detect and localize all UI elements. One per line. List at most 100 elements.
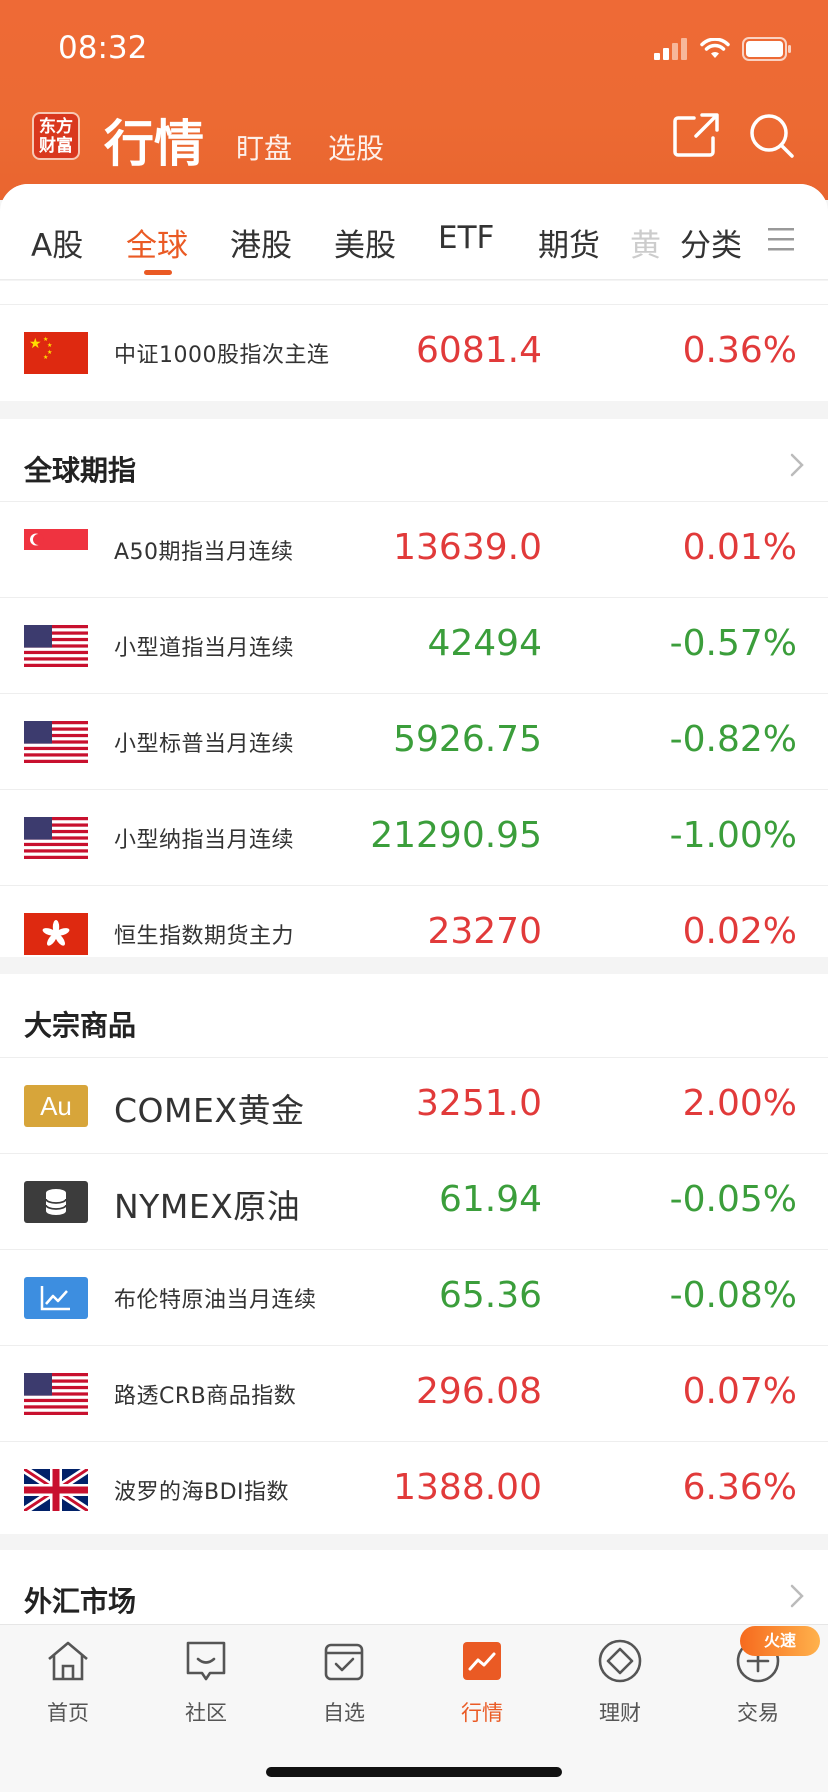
line-chart-icon <box>24 1277 88 1319</box>
uk-flag-icon <box>24 1469 88 1511</box>
row-change: -1.00% <box>669 815 797 856</box>
global-futures-card: 全球期指 A50期指当月连续 13639.0 0.01% 小型道指当月连续 42… <box>0 419 828 957</box>
table-row[interactable]: 恒生指数期货主力 23270 0.02% <box>0 886 828 957</box>
nav-community[interactable]: 社区 <box>156 1637 256 1727</box>
row-price: 23270 <box>427 911 542 952</box>
table-row[interactable]: ★ ★ ★ ★ ★ 中证1000股指次主连 6081.4 0.36% <box>0 305 828 401</box>
row-change: 0.01% <box>682 527 797 568</box>
row-name: NYMEX原油 <box>114 1187 301 1226</box>
row-change: 2.00% <box>682 1083 797 1124</box>
commodities-card: 大宗商品 Au COMEX黄金 3251.0 2.00% NYMEX原油 61.… <box>0 974 828 1534</box>
row-price: 3251.0 <box>416 1083 542 1124</box>
row-change: -0.57% <box>669 623 797 664</box>
app-header: 08:32 东方财富 行情 盯盘 选股 <box>0 0 828 200</box>
table-row[interactable]: A50期指当月连续 13639.0 0.01% <box>0 502 828 598</box>
row-price: 21290.95 <box>370 815 542 856</box>
hk-flag-icon <box>24 913 88 955</box>
row-change: 0.02% <box>682 911 797 952</box>
cn-flag-icon: ★ ★ ★ ★ ★ <box>24 332 88 374</box>
row-change: 6.36% <box>682 1467 797 1508</box>
checkbox-icon <box>324 1643 364 1681</box>
row-name: 小型道指当月连续 <box>114 636 295 661</box>
nav-watchlist[interactable]: 自选 <box>294 1637 394 1727</box>
section-title: 全球期指 <box>24 454 137 487</box>
row-price: 5926.75 <box>393 719 542 760</box>
nav-home[interactable]: 首页 <box>18 1637 118 1727</box>
tab-gold[interactable]: 黄 <box>630 220 661 265</box>
market-tabs: A股 全球 港股 美股 ETF 期货 黄 分类 <box>0 184 828 280</box>
row-change: -0.82% <box>669 719 797 760</box>
row-price: 61.94 <box>438 1179 542 1220</box>
diamond-icon <box>598 1639 642 1683</box>
index-card: ★ ★ ★ ★ ★ 中证1000股指次主连 6081.4 0.36% <box>0 281 828 401</box>
market-panel: A股 全球 港股 美股 ETF 期货 黄 分类 ★ ★ ★ ★ ★ 中证1000… <box>0 184 828 1624</box>
oil-barrel-icon <box>24 1181 88 1223</box>
section-title: 大宗商品 <box>24 1009 137 1042</box>
nav-label: 交易 <box>737 1701 779 1725</box>
chevron-right-icon[interactable] <box>790 453 804 477</box>
us-flag-icon <box>24 817 88 859</box>
row-price: 296.08 <box>416 1371 542 1412</box>
us-flag-icon <box>24 625 88 667</box>
row-name: 小型标普当月连续 <box>114 732 295 757</box>
tab-global[interactable]: 全球 <box>126 220 188 265</box>
svg-text:★: ★ <box>47 342 52 349</box>
forex-card: 外汇市场 <box>0 1550 828 1624</box>
row-price: 42494 <box>427 623 542 664</box>
us-flag-icon <box>24 721 88 763</box>
table-row[interactable]: 小型纳指当月连续 21290.95 -1.00% <box>0 790 828 886</box>
tab-us[interactable]: 美股 <box>334 220 396 265</box>
row-change: -0.05% <box>669 1179 797 1220</box>
table-row[interactable]: 布伦特原油当月连续 65.36 -0.08% <box>0 1250 828 1346</box>
gold-icon: Au <box>24 1085 88 1127</box>
row-change: 0.07% <box>682 1371 797 1412</box>
menu-icon[interactable] <box>768 226 794 252</box>
page-title: 行情 <box>104 115 204 173</box>
chevron-right-icon[interactable] <box>790 1584 804 1608</box>
row-price: 6081.4 <box>416 330 542 371</box>
tab-a-shares[interactable]: A股 <box>31 220 83 265</box>
home-icon <box>48 1641 88 1681</box>
table-row[interactable]: 小型标普当月连续 5926.75 -0.82% <box>0 694 828 790</box>
tab-stock-picker[interactable]: 选股 <box>328 127 384 167</box>
row-change: 0.36% <box>682 330 797 371</box>
nav-label: 行情 <box>461 1701 503 1725</box>
tab-hk[interactable]: 港股 <box>230 220 292 265</box>
row-change: -0.08% <box>669 1275 797 1316</box>
nav-label: 自选 <box>323 1701 365 1725</box>
table-row[interactable]: NYMEX原油 61.94 -0.05% <box>0 1154 828 1250</box>
row-name: 中证1000股指次主连 <box>114 343 330 368</box>
nav-label: 首页 <box>47 1701 89 1725</box>
market-icon <box>463 1642 501 1680</box>
tab-category[interactable]: 分类 <box>680 220 742 265</box>
home-indicator <box>266 1767 562 1777</box>
row-name: 路透CRB商品指数 <box>114 1384 297 1409</box>
status-icons <box>654 36 792 62</box>
tab-etf[interactable]: ETF <box>438 220 494 256</box>
table-row[interactable]: Au COMEX黄金 3251.0 2.00% <box>0 1058 828 1154</box>
row-name: 小型纳指当月连续 <box>114 828 295 853</box>
app-logo[interactable]: 东方财富 <box>32 112 80 160</box>
row-name: 布伦特原油当月连续 <box>114 1288 317 1313</box>
section-title: 外汇市场 <box>24 1585 137 1618</box>
hot-badge[interactable]: 火速 <box>740 1626 820 1656</box>
nav-wealth[interactable]: 理财 <box>570 1637 670 1727</box>
row-name: 恒生指数期货主力 <box>114 924 295 949</box>
share-icon[interactable] <box>672 112 720 158</box>
status-time: 08:32 <box>58 30 148 66</box>
signal-icon <box>654 38 687 60</box>
us-flag-icon <box>24 1373 88 1415</box>
table-row[interactable]: 波罗的海BDI指数 1388.00 6.36% <box>0 1442 828 1538</box>
nav-market[interactable]: 行情 <box>432 1637 532 1727</box>
chat-icon <box>186 1641 226 1681</box>
search-icon[interactable] <box>748 112 796 160</box>
row-price: 65.36 <box>438 1275 542 1316</box>
row-name: COMEX黄金 <box>114 1091 305 1130</box>
tab-watch[interactable]: 盯盘 <box>236 127 292 167</box>
tab-futures[interactable]: 期货 <box>538 220 600 265</box>
sg-flag-icon <box>24 529 88 571</box>
wifi-icon <box>700 38 730 58</box>
table-row[interactable]: 小型道指当月连续 42494 -0.57% <box>0 598 828 694</box>
table-row[interactable]: 路透CRB商品指数 296.08 0.07% <box>0 1346 828 1442</box>
svg-text:★: ★ <box>43 354 48 361</box>
